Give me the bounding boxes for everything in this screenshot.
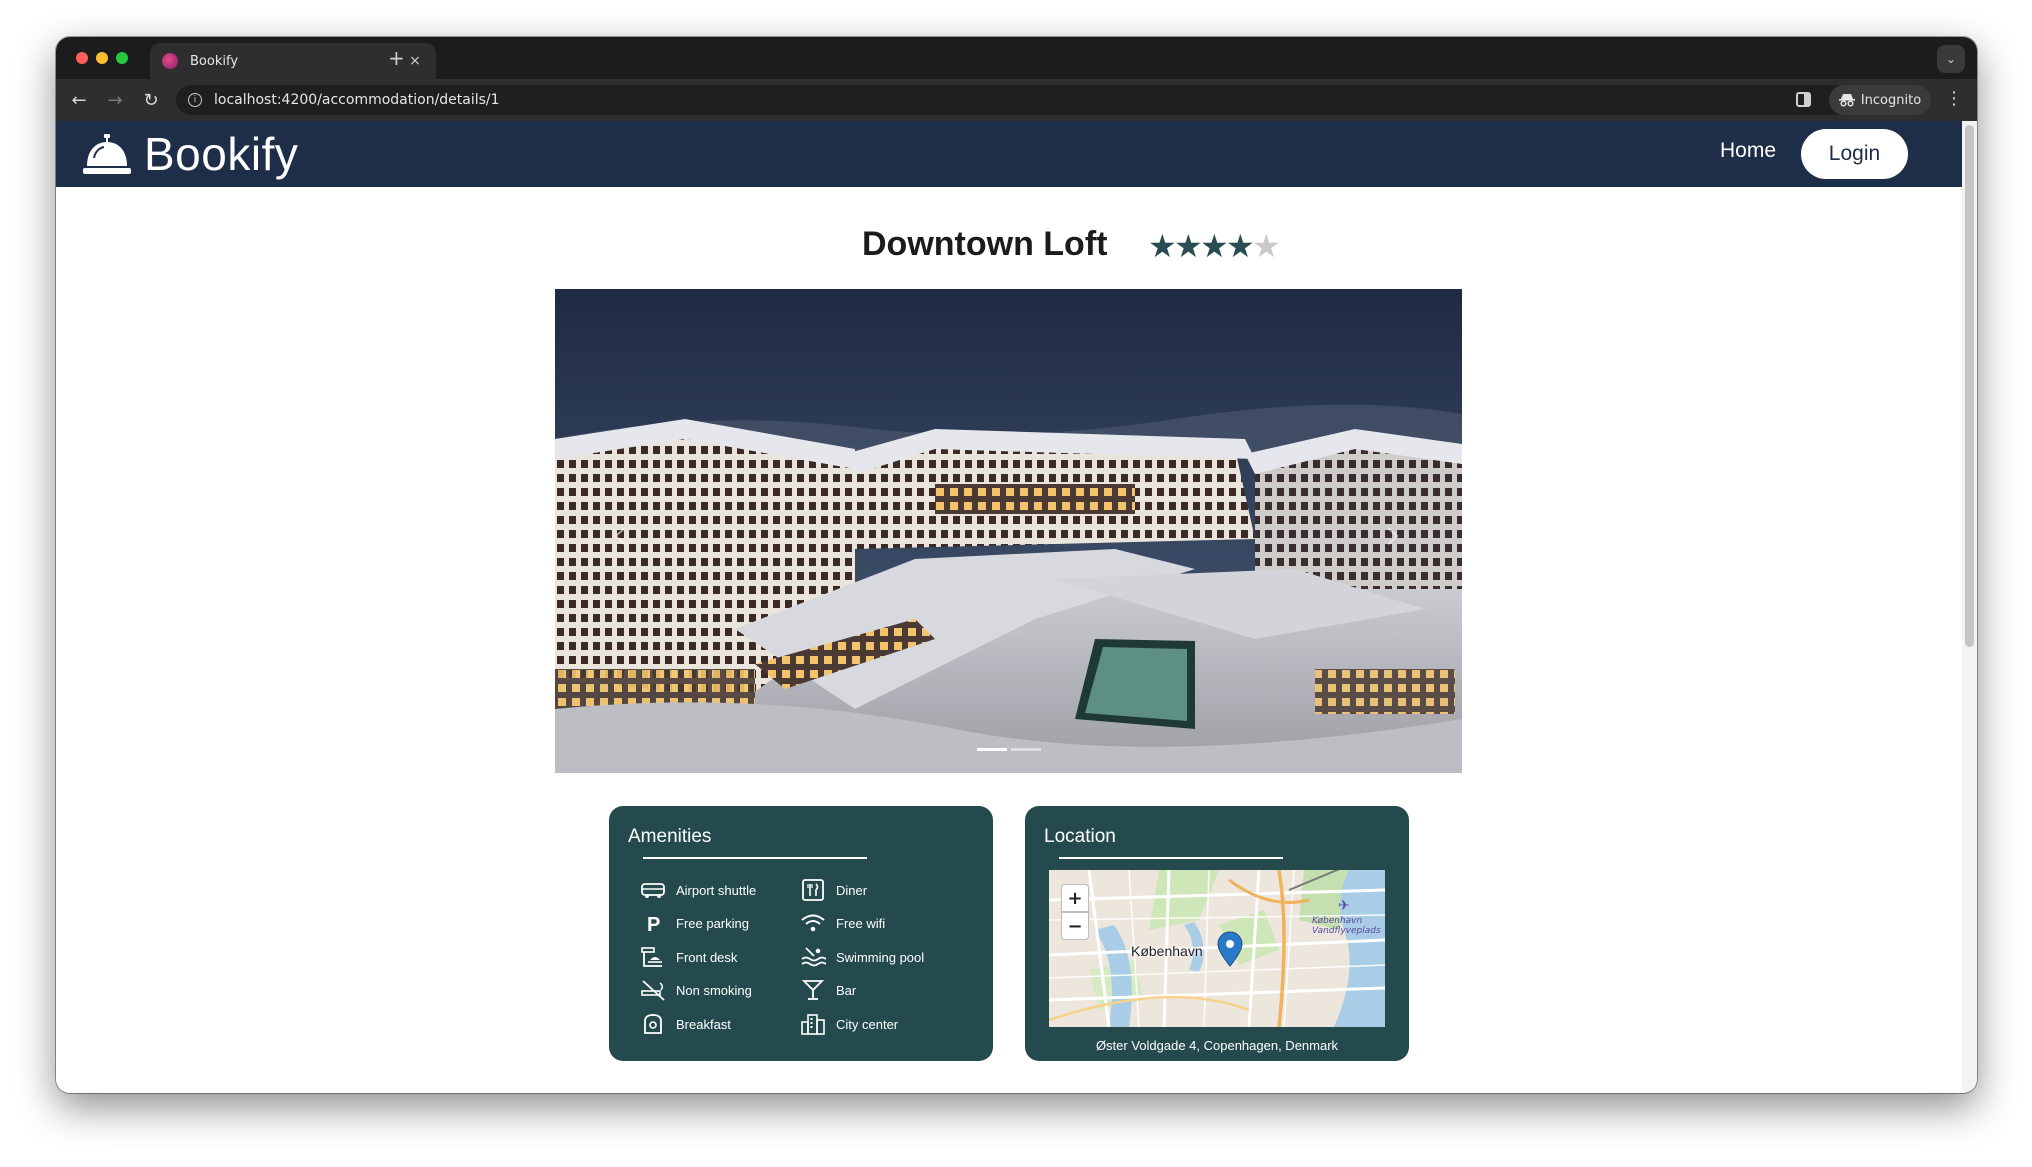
location-divider [1059, 857, 1283, 859]
map-tiles: ✈ [1049, 870, 1385, 1027]
browser-toolbar: ← → ↻ i localhost:4200/accommodation/det… [56, 79, 1977, 121]
pool-icon [801, 947, 826, 967]
page-viewport: Bookify Home Login Downtown Loft ★ ★ ★ ★… [56, 121, 1962, 1093]
front-desk-icon [641, 947, 662, 967]
star-filled-icon: ★ [1148, 227, 1177, 265]
arrow-left-icon: ← [71, 89, 87, 111]
tab-title: Bookify [190, 53, 239, 69]
amenity-label: Breakfast [676, 1016, 731, 1032]
amenity-free-parking: P Free parking [640, 912, 749, 934]
amenity-label: Free parking [676, 915, 749, 931]
non-smoking-icon [641, 980, 665, 1001]
browser-window: Bookify × + ⌄ ← → ↻ i localhost:4200/acc… [56, 37, 1977, 1093]
map-zoom-out-button[interactable]: − [1061, 912, 1089, 940]
city-center-icon [801, 1014, 825, 1035]
amenity-non-smoking: Non smoking [640, 979, 752, 1001]
amenity-label: Swimming pool [836, 949, 925, 965]
amenity-label: Airport shuttle [676, 882, 757, 898]
more-menu-icon[interactable]: ⋮ [1945, 88, 1963, 109]
map-water-label: København Vandflyveplads [1312, 916, 1381, 936]
amenity-label: Non smoking [676, 982, 752, 998]
tab-close-icon[interactable]: × [406, 53, 424, 69]
incognito-label: Incognito [1860, 92, 1922, 108]
site-navbar: Bookify Home Login [56, 121, 1962, 187]
map-city-label: København [1131, 943, 1203, 959]
location-address: Øster Voldgade 4, Copenhagen, Denmark [1095, 1038, 1339, 1053]
tab-search-button[interactable]: ⌄ [1937, 45, 1965, 73]
chevron-down-icon: ⌄ [1945, 52, 1957, 66]
star-filled-icon: ★ [1174, 227, 1203, 265]
amenity-bar: Bar [800, 979, 856, 1001]
wifi-icon [801, 914, 825, 932]
bar-icon [801, 980, 825, 1000]
site-info-icon[interactable]: i [188, 93, 202, 107]
back-button[interactable]: ← [66, 87, 92, 113]
page-scrollbar-thumb[interactable] [1965, 125, 1974, 647]
amenity-label: Diner [836, 882, 868, 898]
star-filled-icon: ★ [1226, 227, 1255, 265]
svg-text:P: P [647, 914, 660, 934]
arrow-right-icon: → [107, 89, 123, 111]
carousel-next-button[interactable]: › [1385, 509, 1403, 560]
address-bar[interactable]: i localhost:4200/accommodation/details/1… [176, 85, 1889, 115]
reload-icon: ↻ [143, 89, 159, 111]
close-window-button[interactable] [76, 52, 88, 64]
diner-icon [802, 879, 824, 901]
map-zoom-in-button[interactable]: + [1061, 884, 1089, 912]
new-tab-button[interactable]: + [388, 46, 405, 70]
parking-icon: P [647, 914, 660, 934]
amenity-airport-shuttle: Airport shuttle [640, 879, 756, 901]
amenity-label: City center [836, 1016, 899, 1032]
brand-logo-link[interactable]: Bookify [82, 127, 298, 181]
tab-bar: Bookify × + ⌄ [56, 37, 1977, 79]
maximize-window-button[interactable] [116, 52, 128, 64]
brand-name: Bookify [144, 128, 299, 180]
breakfast-icon [644, 1014, 662, 1034]
amenities-divider [643, 857, 867, 859]
shuttle-icon [641, 883, 665, 898]
accommodation-title: Downtown Loft [862, 225, 1108, 263]
amenity-swimming-pool: Swimming pool [800, 946, 924, 968]
star-filled-icon: ★ [1200, 227, 1229, 265]
amenity-front-desk: Front desk [640, 946, 737, 968]
amenity-label: Front desk [676, 949, 738, 965]
amenity-label: Free wifi [836, 915, 886, 931]
location-card: Location ✈ + − København København Vandf… [1025, 806, 1409, 1061]
star-rating: ★ ★ ★ ★ ★ [1148, 227, 1281, 265]
side-panel-icon[interactable] [1796, 92, 1811, 107]
forward-button[interactable]: → [102, 87, 128, 113]
reload-button[interactable]: ↻ [138, 87, 164, 113]
angular-favicon-icon [162, 53, 178, 69]
star-empty-icon: ★ [1252, 227, 1281, 265]
service-bell-icon [83, 134, 131, 174]
image-carousel[interactable]: ‹ › [555, 289, 1462, 773]
amenity-breakfast: Breakfast [640, 1013, 731, 1035]
amenity-diner: Diner [800, 879, 867, 901]
carousel-indicator-2[interactable] [1011, 748, 1041, 751]
amenities-card: Amenities Airport shuttle Diner P Free p… [609, 806, 993, 1061]
amenity-city-center: City center [800, 1013, 898, 1035]
amenity-label: Bar [836, 982, 857, 998]
hotel-photo [555, 289, 1462, 773]
location-title: Location [1044, 826, 1116, 847]
carousel-indicator-1[interactable] [977, 748, 1007, 751]
carousel-prev-button[interactable]: ‹ [611, 509, 629, 560]
svg-text:✈: ✈ [1338, 898, 1350, 914]
incognito-icon [1838, 94, 1855, 107]
amenities-title: Amenities [628, 826, 712, 847]
nav-home-link[interactable]: Home [1720, 139, 1776, 163]
amenity-free-wifi: Free wifi [800, 912, 885, 934]
url-text[interactable]: localhost:4200/accommodation/details/1 [214, 92, 500, 108]
login-button[interactable]: Login [1801, 129, 1908, 179]
location-map[interactable]: ✈ + − København København Vandflyveplads [1049, 870, 1385, 1027]
incognito-badge[interactable]: Incognito [1829, 85, 1931, 115]
minimize-window-button[interactable] [96, 52, 108, 64]
